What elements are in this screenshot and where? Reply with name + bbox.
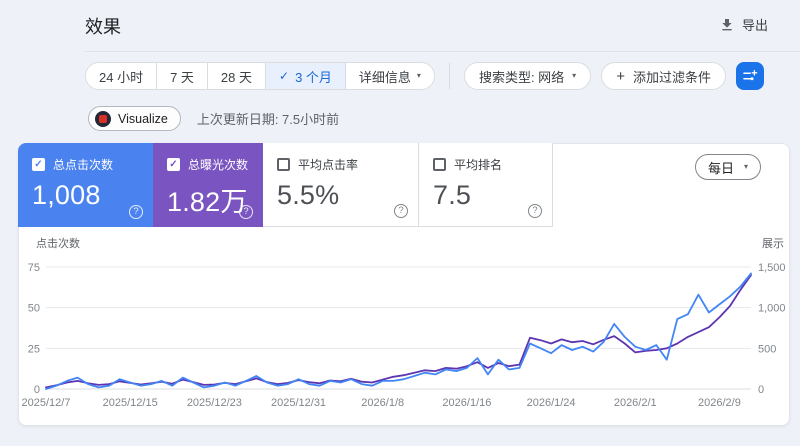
download-icon [719,17,735,33]
plus-icon: + [616,69,625,84]
metric-card-head: ✓ 总曝光次数 [167,156,251,173]
performance-chart[interactable]: 751,500501,00025500002025/12/72025/12/15… [19,231,789,426]
svg-text:2026/1/8: 2026/1/8 [361,397,404,409]
tab-24h[interactable]: 24 小时 [86,63,157,89]
tab-3m-label: 3 个月 [295,67,332,86]
help-icon[interactable]: ? [239,205,253,219]
visualize-row: Visualize 上次更新日期: 7.5小时前 [88,106,339,131]
svg-text:2025/12/15: 2025/12/15 [103,397,158,409]
tab-details-label: 详细信息 [359,67,411,86]
last-updated-text: 上次更新日期: 7.5小时前 [197,109,339,128]
filter-group-divider [449,63,450,89]
check-icon: ✓ [279,69,289,83]
help-icon[interactable]: ? [129,205,143,219]
tab-7d-label: 7 天 [170,67,194,86]
checkbox-unchecked-icon[interactable] [433,158,446,171]
chevron-down-icon: ▾ [417,72,421,80]
filter-row: 24 小时 7 天 28 天 ✓ 3 个月 详细信息 ▾ 搜索类型: 网络 ▾ … [85,62,764,90]
svg-text:2026/1/16: 2026/1/16 [442,397,491,409]
export-button[interactable]: 导出 [719,15,768,34]
svg-text:2026/2/9: 2026/2/9 [698,397,741,409]
page-title: 效果 [85,13,121,39]
tab-24h-label: 24 小时 [99,67,143,86]
metric-value: 7.5 [433,180,540,211]
date-range-control: 24 小时 7 天 28 天 ✓ 3 个月 详细信息 ▾ [85,62,435,90]
checkbox-unchecked-icon[interactable] [277,158,290,171]
svg-text:2025/12/23: 2025/12/23 [187,397,242,409]
metric-card-head: 平均排名 [433,156,540,173]
svg-text:点击次数: 点击次数 [36,236,80,250]
metric-value: 1,008 [32,180,141,211]
metric-card-head: ✓ 总点击次数 [32,156,141,173]
svg-text:25: 25 [28,343,40,355]
header-divider [85,51,800,52]
performance-chart-svg: 751,500501,00025500002025/12/72025/12/15… [19,231,789,426]
tab-28d-label: 28 天 [221,67,252,86]
metric-card-ctr[interactable]: 平均点击率 5.5% ? [263,143,419,227]
search-type-label: 搜索类型: 网络 [479,67,564,86]
svg-text:展示: 展示 [762,237,784,250]
add-filter-button[interactable]: + 添加过滤条件 [601,62,726,90]
metric-card-impressions[interactable]: ✓ 总曝光次数 1.82万 ? [153,143,263,227]
filter-settings-button[interactable] [736,62,764,90]
tab-3m[interactable]: ✓ 3 个月 [266,63,346,89]
checkbox-checked-icon[interactable]: ✓ [167,158,180,171]
svg-text:0: 0 [758,384,764,396]
metrics-panel: ✓ 总点击次数 1,008 ? ✓ 总曝光次数 1.82万 ? 平均点击率 5.… [18,143,790,426]
visualize-label: Visualize [118,112,168,126]
help-icon[interactable]: ? [528,204,542,218]
svg-text:2026/2/1: 2026/2/1 [614,397,657,409]
metric-card-position[interactable]: 平均排名 7.5 ? [419,143,553,227]
metric-card-head: 平均点击率 [277,156,406,173]
export-label: 导出 [742,15,768,34]
svg-text:2025/12/31: 2025/12/31 [271,397,326,409]
help-icon[interactable]: ? [394,204,408,218]
search-type-filter[interactable]: 搜索类型: 网络 ▾ [464,62,591,90]
svg-text:75: 75 [28,262,40,274]
svg-text:1,500: 1,500 [758,262,786,274]
metric-cards-row: ✓ 总点击次数 1,008 ? ✓ 总曝光次数 1.82万 ? 平均点击率 5.… [18,143,553,227]
chevron-down-icon: ▾ [572,72,576,80]
svg-text:1,000: 1,000 [758,303,786,315]
metric-value: 5.5% [277,180,406,211]
tab-details[interactable]: 详细信息 ▾ [346,63,434,89]
svg-text:500: 500 [758,343,776,355]
svg-text:0: 0 [34,384,40,396]
granularity-label: 每日 [708,158,734,177]
tab-28d[interactable]: 28 天 [208,63,266,89]
metric-card-clicks[interactable]: ✓ 总点击次数 1,008 ? [18,143,153,227]
add-filter-label: 添加过滤条件 [633,67,711,86]
chevron-down-icon: ▾ [744,163,748,171]
svg-text:2026/1/24: 2026/1/24 [527,397,576,409]
metric-label: 总曝光次数 [188,156,248,173]
metric-label: 总点击次数 [53,156,113,173]
visualize-button[interactable]: Visualize [88,106,181,131]
tab-7d[interactable]: 7 天 [157,63,208,89]
visualize-logo-icon [95,111,111,127]
metric-label: 平均点击率 [298,156,358,173]
sliders-icon [742,68,758,84]
granularity-dropdown[interactable]: 每日 ▾ [695,154,761,180]
checkbox-checked-icon[interactable]: ✓ [32,158,45,171]
svg-text:2025/12/7: 2025/12/7 [22,397,71,409]
svg-text:50: 50 [28,303,40,315]
metric-label: 平均排名 [454,156,502,173]
